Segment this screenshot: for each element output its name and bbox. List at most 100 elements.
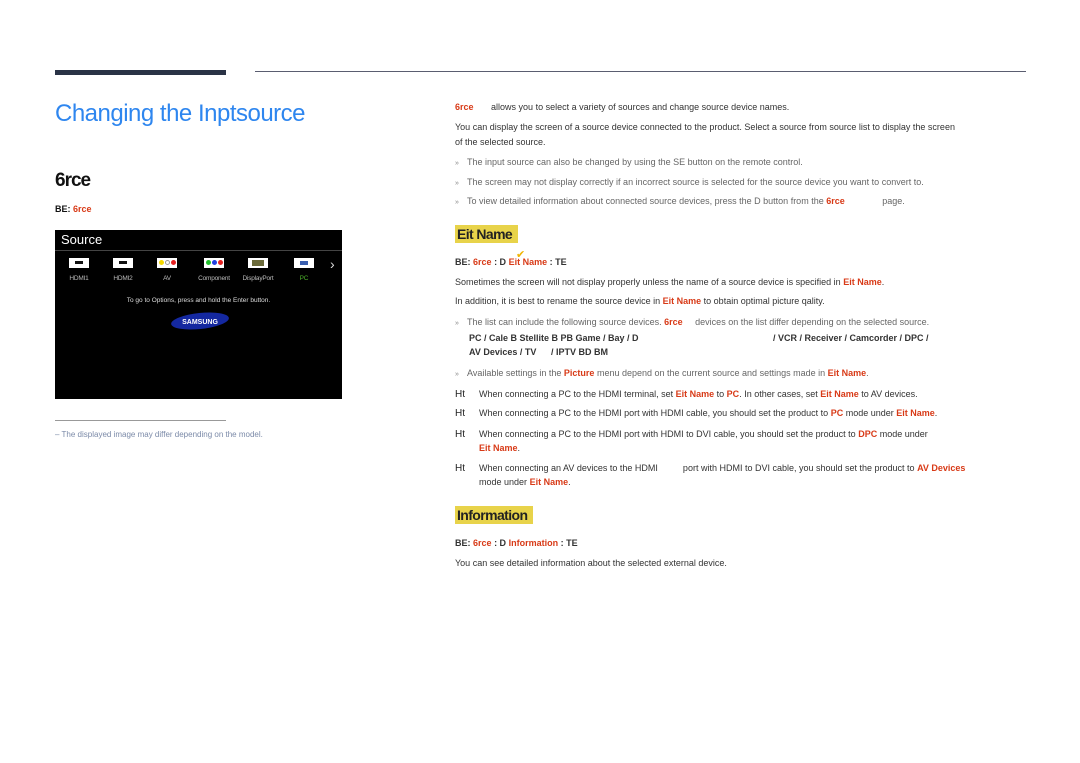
page-title: Changing the Inptsource [55,100,306,127]
source-panel-header: Source [55,230,342,251]
source-item-pc[interactable]: ✔ PC [284,249,525,282]
note-item: » To view detailed information about conn… [455,196,905,206]
information-heading: Information [455,506,534,525]
text: . [568,477,571,487]
av-port-icon [157,258,177,268]
menu-path-item: 6rce [73,204,92,214]
term: PC [830,408,844,418]
hdmi-port-icon [113,258,133,268]
text: When connecting a PC to the HDMI termina… [479,389,674,399]
text: Sometimes the screen will not display pr… [455,277,841,287]
edit-name-heading: Eit Name [455,225,519,244]
heading-text: Information [455,506,534,524]
text: devices on the list differ depending on … [695,317,930,327]
source-item-av[interactable]: AV [147,258,187,282]
header-bar-thick [55,70,226,75]
displayport-icon [248,258,268,268]
path-part: Eit Name [508,257,548,267]
path-part: Information [508,538,559,548]
path-part: : D [494,538,507,548]
note-text: To view detailed information about conne… [467,196,824,206]
source-item-hdmi2[interactable]: HDMI2 [103,258,143,282]
chevron-right-icon[interactable]: › [330,256,335,272]
menu-path-prefix: BE: [55,204,71,214]
term: DPC [858,429,878,439]
text: The list can include the following sourc… [467,317,662,327]
note-text: The input source can also be changed by … [467,157,803,167]
path-part: BE: [455,257,471,267]
footnote: – The displayed image may differ dependi… [55,430,263,439]
ht-label: Ht [455,389,465,400]
text: mode under [845,408,894,418]
text: . [934,408,938,418]
header-bar-thin [255,71,1026,72]
path-part: BE: [455,538,471,548]
device-list-1a: PC / Cale B Stellite B PB Game / Bay / D [469,333,639,343]
term: AV Devices [917,463,966,473]
menu-path: BE: 6rce [55,204,92,214]
text: . In other cases, set [739,389,818,399]
edit-name-path: BE: 6rce : D Eit Name : TE [455,257,567,267]
logo-text: SAMSUNG [182,319,218,326]
component-port-icon [204,258,224,268]
term: Eit Name [820,389,859,399]
source-item-component[interactable]: Component [194,258,234,282]
note-text: The screen may not display correctly if … [467,177,924,187]
text: Available settings in the [467,368,562,378]
note-item: » The screen may not display correctly if… [455,177,924,187]
source-label: PC [299,275,309,282]
source-label: HDMI2 [113,275,133,282]
text: mode under [479,477,528,487]
path-part: : TE [549,257,567,267]
heading-text: Eit Name [455,225,519,243]
source-label: Component [198,275,230,282]
term: Eit Name [843,277,882,287]
edit-name-p2: In addition, it is best to rename the so… [455,296,825,306]
ht-item: Ht When connecting a PC to the HDMI port … [455,429,928,440]
source-item-displayport[interactable]: DisplayPort [238,258,278,282]
text: When connecting a PC to the HDMI port wi… [479,408,829,418]
footnote-divider [55,420,226,421]
text: to AV devices. [861,389,918,399]
intro2-line1: You can display the screen of a source d… [455,122,955,132]
text: . [517,443,521,453]
path-part: 6rce [473,538,492,548]
text: . [881,277,885,287]
information-path: BE: 6rce : D Information : TE [455,538,578,548]
ht-item: Ht When connecting a PC to the HDMI termi… [455,389,918,400]
text: In addition, it is best to rename the so… [455,296,661,306]
vga-port-icon [294,258,314,268]
intro2-line2: of the selected source. [455,137,546,147]
avail-note: » Available settings in the Picture menu … [455,368,869,378]
options-hint: To go to Options, press and hold the Ent… [126,297,271,304]
intro-line: 6rce allows you to select a variety of s… [455,102,789,112]
term: Picture [563,368,595,378]
footnote-text: The displayed image may differ depending… [61,430,263,439]
text: . [866,368,869,378]
term: 6rce [664,317,683,327]
term: Eit Name [896,408,935,418]
term: 6rce [455,102,474,112]
path-part: 6rce [473,257,492,267]
information-text: You can see detailed information about t… [455,558,727,568]
intro-text: allows you to select a variety of source… [491,102,790,112]
ht-item: Ht When connecting a PC to the HDMI port … [455,408,937,419]
device-list-2a: AV Devices / TV [469,347,537,357]
term: Eit Name [662,296,702,306]
ht-label: Ht [455,429,465,440]
source-label: HDMI1 [69,275,89,282]
note-item: » The input source can also be changed by… [455,157,803,167]
source-item-hdmi1[interactable]: HDMI1 [59,258,99,282]
hdmi-port-icon [69,258,89,268]
path-part: : D [494,257,507,267]
device-list-1b: / VCR / Receiver / Camcorder / DPC / [773,333,929,343]
section-title: 6rce [55,170,91,191]
list-note: » The list can include the following sour… [455,317,930,327]
text: menu depend on the current source and se… [596,368,826,378]
note-text: page. [882,196,905,206]
source-list: HDMI1 HDMI2 AV Component DisplayPort ✔ P… [55,249,525,288]
term: Eit Name [675,389,715,399]
ht-item-cont: Eit Name. [479,443,520,453]
text: When connecting a PC to the HDMI port wi… [479,429,856,439]
term: 6rce [826,196,845,206]
